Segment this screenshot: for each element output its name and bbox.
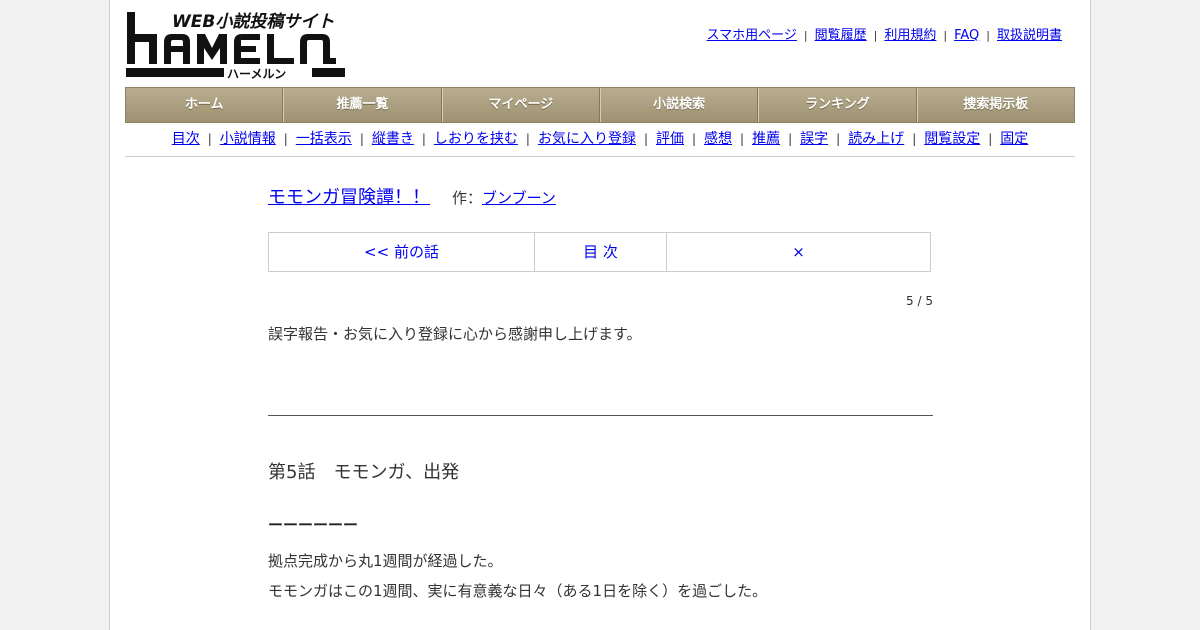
separator: | <box>988 132 993 146</box>
separator: | <box>912 132 917 146</box>
author-link[interactable]: ブンブーン <box>482 189 556 207</box>
separator: | <box>525 132 530 146</box>
nav-home[interactable]: ホーム <box>126 88 284 122</box>
history-link[interactable]: 閲覧履歴 <box>815 28 867 43</box>
subnav-vertical[interactable]: 縦書き <box>372 131 414 147</box>
page-count: 5 / 5 <box>906 294 933 308</box>
separator: | <box>740 132 745 146</box>
main-nav: ホーム 推薦一覧 マイページ 小説検索 ランキング 捜索掲示板 <box>125 87 1075 123</box>
subnav-favorite[interactable]: お気に入り登録 <box>538 131 636 147</box>
manual-link[interactable]: 取扱説明書 <box>997 28 1062 43</box>
separator: | <box>359 132 364 146</box>
novel-header: モモンガ冒険譚！！ 作：ブンブーン <box>268 180 933 216</box>
author-prefix: 作： <box>452 189 483 207</box>
sub-nav: 目次 | 小説情報 | 一括表示 | 縦書き | しおりを挟む | お気に入り登録 | 評価 | 感想 | 推薦… <box>125 122 1075 157</box>
subnav-show-all[interactable]: 一括表示 <box>296 131 352 147</box>
separator: | <box>788 132 793 146</box>
separator: | <box>943 29 948 42</box>
body-dashes: ーーーーーー <box>268 516 359 534</box>
separator: | <box>803 29 808 42</box>
subnav-recommend[interactable]: 推薦 <box>752 131 780 147</box>
faq-link[interactable]: FAQ <box>954 28 979 43</box>
separator: | <box>283 132 288 146</box>
site-logo[interactable]: WEB小説投稿サイト ハーメルン <box>126 10 346 80</box>
separator: | <box>873 29 878 42</box>
nav-search-board[interactable]: 捜索掲示板 <box>916 88 1074 122</box>
page-container: WEB小説投稿サイト ハーメルン スマホ用ページ | 閲覧履歴 | 利用規約 | FAQ | 取… <box>109 0 1091 630</box>
close-button[interactable]: × <box>667 233 930 271</box>
novel-content: モモンガ冒険譚！！ 作：ブンブーン << 前の話 目 次 × 5 / 5 誤字報告… <box>268 180 933 600</box>
nav-novel-search[interactable]: 小説検索 <box>599 88 759 122</box>
subnav-pin[interactable]: 固定 <box>1000 131 1028 147</box>
subnav-bookmark[interactable]: しおりを挟む <box>434 131 518 147</box>
preface-text: 誤字報告・お気に入り登録に心から感謝申し上げます。 <box>268 325 642 343</box>
subnav-read-aloud[interactable]: 読み上げ <box>848 131 904 147</box>
nav-mypage[interactable]: マイページ <box>441 88 600 122</box>
toc-button[interactable]: 目 次 <box>535 233 667 271</box>
separator: | <box>207 132 212 146</box>
subnav-rating[interactable]: 評価 <box>656 131 684 147</box>
subnav-toc[interactable]: 目次 <box>172 131 200 147</box>
prev-episode-button[interactable]: << 前の話 <box>269 233 535 271</box>
nav-recommendations[interactable]: 推薦一覧 <box>283 88 442 122</box>
novel-title-link[interactable]: モモンガ冒険譚！！ <box>268 187 430 208</box>
body-line: 拠点完成から丸1週間が経過した。 <box>268 552 503 570</box>
terms-link[interactable]: 利用規約 <box>884 28 936 43</box>
divider <box>268 415 933 416</box>
nav-ranking[interactable]: ランキング <box>758 88 917 122</box>
separator: | <box>692 132 697 146</box>
hameln-logo-icon: WEB小説投稿サイト ハーメルン <box>126 12 345 80</box>
top-links: スマホ用ページ | 閲覧履歴 | 利用規約 | FAQ | 取扱説明書 <box>707 24 1062 43</box>
smartphone-page-link[interactable]: スマホ用ページ <box>707 28 797 43</box>
separator: | <box>836 132 841 146</box>
subnav-novel-info[interactable]: 小説情報 <box>220 131 276 147</box>
body-line: モモンガはこの1週間、実に有意義な日々（ある1日を除く）を過ごした。 <box>268 582 768 600</box>
episode-pager: << 前の話 目 次 × <box>268 232 931 272</box>
subnav-comments[interactable]: 感想 <box>704 131 732 147</box>
svg-text:WEB小説投稿サイト: WEB小説投稿サイト <box>172 12 334 32</box>
separator: | <box>643 132 648 146</box>
subnav-typo[interactable]: 誤字 <box>800 131 828 147</box>
separator: | <box>421 132 426 146</box>
subnav-view-settings[interactable]: 閲覧設定 <box>924 131 980 147</box>
separator: | <box>986 29 990 42</box>
svg-text:ハーメルン: ハーメルン <box>227 67 286 80</box>
chapter-title: 第5話 モモンガ、出発 <box>268 462 460 483</box>
